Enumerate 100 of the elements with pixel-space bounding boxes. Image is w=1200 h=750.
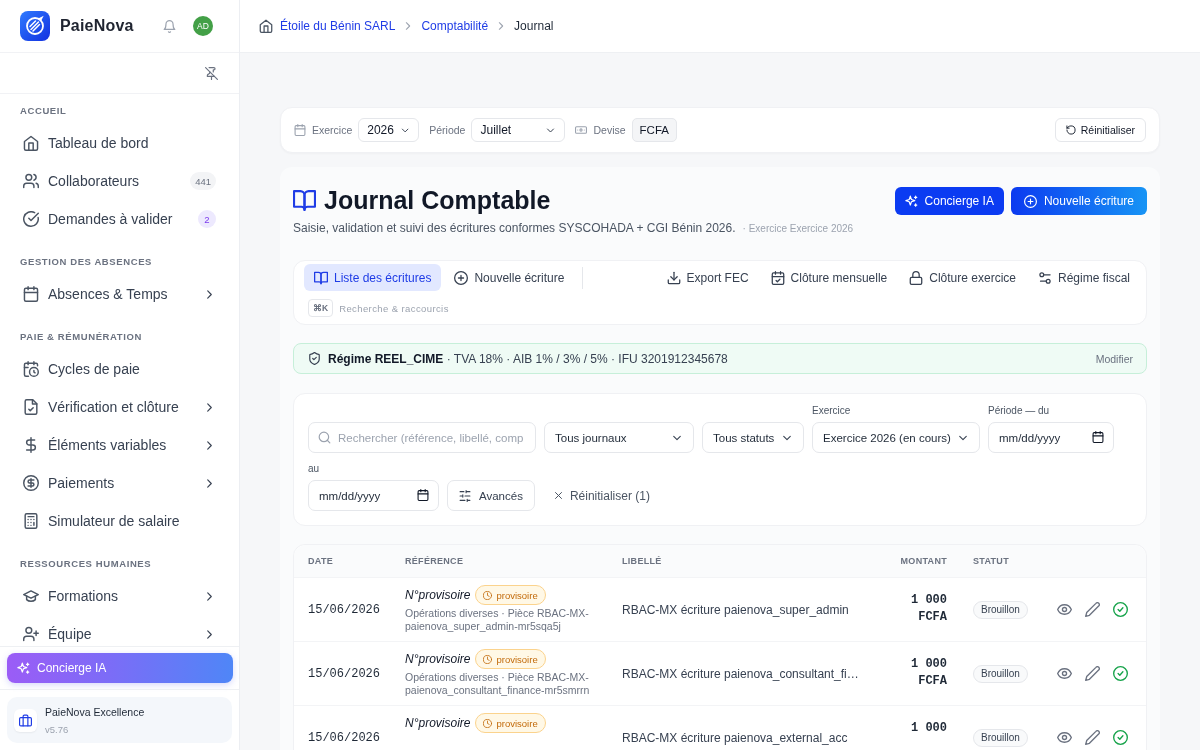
toolbar-button[interactable]: Clôture exercice	[909, 270, 1016, 285]
eye-icon[interactable]	[1057, 730, 1072, 745]
field-label: Période — du	[988, 405, 1051, 417]
book-open-icon	[293, 188, 316, 212]
field-label: Exercice	[312, 124, 353, 136]
calendar-clock-icon	[23, 361, 39, 377]
pin-off-icon[interactable]	[205, 66, 218, 80]
plan-name: PaieNova Excellence	[45, 705, 145, 718]
concierge-button[interactable]: Concierge IA	[7, 653, 233, 683]
select-field[interactable]: Juillet	[471, 118, 566, 142]
breadcrumb-link[interactable]: Comptabilité	[421, 19, 489, 33]
date-field[interactable]: mm/dd/yyyy	[988, 422, 1114, 453]
status-badge: Brouillon	[973, 600, 1028, 619]
sparkles-icon	[17, 661, 30, 675]
tab[interactable]: Nouvelle écriture	[444, 264, 575, 291]
search-field[interactable]: Rechercher (référence, libellé, comp	[308, 422, 536, 453]
select-field[interactable]: Tous journaux	[544, 422, 694, 453]
shortcut-key[interactable]: ⌘K	[308, 299, 334, 317]
entry-date: 15/06/2026	[308, 602, 381, 617]
nav-item[interactable]: Absences & Temps	[8, 275, 231, 313]
provisional-badge: provisoire	[475, 649, 546, 669]
entry-amount: 1 000 FCFA	[910, 656, 947, 690]
clock-icon	[483, 590, 493, 600]
nav-item[interactable]: Équipe	[8, 615, 231, 646]
currency-field: FCFA	[631, 118, 677, 142]
toolbar-button[interactable]: Régime fiscal	[1037, 270, 1130, 285]
briefcase-icon	[14, 708, 37, 732]
entry-detail: Opérations diverses · Pièce RBAC-MX-paienova_super_admin-mr5sqa5j	[405, 607, 590, 633]
date-field[interactable]: mm/dd/yyyy	[308, 480, 439, 511]
house-icon[interactable]	[259, 19, 273, 33]
reset-button[interactable]: Réinitialiser	[1054, 118, 1146, 142]
shield-check-icon	[308, 352, 321, 365]
new-entry-button[interactable]: Nouvelle écriture	[1010, 187, 1147, 215]
modify-link[interactable]: Modifier	[1095, 352, 1133, 365]
entry-amount: 1 000 FCFA	[910, 592, 947, 626]
tab[interactable]: Liste des écritures	[304, 264, 442, 291]
nav-item[interactable]: Collaborateurs 441	[8, 162, 231, 200]
sparkles-icon	[904, 194, 918, 208]
clear-filters-button[interactable]: Réinitialiser (1)	[542, 480, 660, 511]
rotate-left-icon	[1065, 125, 1076, 135]
breadcrumb-current: Journal	[514, 19, 554, 33]
entry-date: 15/06/2026	[308, 666, 381, 681]
nav-item[interactable]: Vérification et clôture	[8, 388, 231, 426]
advanced-filters-button[interactable]: Avancés	[447, 480, 535, 511]
breadcrumb-link[interactable]: Étoile du Bénin SARL	[280, 19, 396, 33]
nav-item[interactable]: Tableau de bord	[8, 124, 231, 162]
concierge-button[interactable]: Concierge IA	[894, 187, 1004, 215]
column-header: RÉFÉRENCE	[405, 556, 465, 566]
book-open-icon	[314, 270, 328, 285]
column-header: MONTANT	[899, 556, 947, 566]
calendar-check-icon	[770, 270, 785, 285]
users-icon	[23, 173, 39, 189]
page-subtitle: Saisie, validation et suivi des écritures conformes SYSCOHADA + CGI Bénin 2026.	[293, 221, 736, 235]
count-badge: 2	[198, 210, 216, 228]
check-circle-icon[interactable]	[1113, 730, 1128, 745]
entry-reference: N°provisoire	[405, 652, 471, 666]
shortcut-hint: Recherche & raccourcis	[339, 302, 449, 314]
plus-circle-icon	[454, 270, 469, 285]
user-plus-icon	[23, 626, 39, 642]
section-heading: GESTION DES ABSENCES	[19, 255, 153, 269]
field-label: Période	[429, 124, 466, 136]
pencil-icon[interactable]	[1085, 602, 1100, 617]
eye-icon[interactable]	[1057, 602, 1072, 617]
column-header: LIBELLÉ	[622, 556, 663, 566]
entry-amount: 1 000	[910, 720, 947, 737]
exercise-note: · Exercice Exercice 2026	[742, 223, 854, 234]
select-field[interactable]: Tous statuts	[702, 422, 804, 453]
nav-item[interactable]: Paiements	[8, 464, 231, 502]
toolbar-button[interactable]: Clôture mensuelle	[770, 270, 888, 285]
field-label: au	[308, 463, 321, 475]
field-label: Devise	[593, 124, 626, 136]
bell-icon[interactable]	[163, 19, 176, 33]
eye-icon[interactable]	[1057, 666, 1072, 681]
entry-detail: Opérations diverses · Pièce RBAC-MX-paienova_consultant_finance-mr5smrrn	[405, 671, 591, 697]
calendar-icon	[1092, 431, 1104, 443]
nav-item[interactable]: Simulateur de salaire	[8, 502, 231, 540]
pencil-icon[interactable]	[1085, 730, 1100, 745]
entry-label: RBAC-MX écriture paienova_consultant_fi…	[622, 666, 860, 681]
provisional-badge: provisoire	[475, 713, 546, 733]
check-circle-icon[interactable]	[1113, 602, 1128, 617]
nav-item[interactable]: Éléments variables	[8, 426, 231, 464]
calendar-icon	[417, 489, 429, 501]
provisional-badge: provisoire	[475, 585, 546, 605]
nav-item[interactable]: Cycles de paie	[8, 350, 231, 388]
toolbar-button[interactable]: Export FEC	[666, 270, 749, 285]
section-heading: ACCUEIL	[19, 104, 68, 118]
select-field[interactable]: 2026	[358, 118, 420, 142]
pencil-icon[interactable]	[1085, 666, 1100, 681]
search-icon	[318, 431, 331, 444]
check-circle-icon[interactable]	[1113, 666, 1128, 681]
lock-icon	[909, 270, 924, 285]
file-check-icon	[23, 399, 39, 415]
brand-name: PaieNova	[60, 17, 135, 35]
entry-label: RBAC-MX écriture paienova_external_acc	[622, 730, 849, 745]
select-field[interactable]: Exercice 2026 (en cours)	[812, 422, 980, 453]
logo-icon	[20, 11, 50, 41]
banknote-icon	[575, 124, 588, 136]
nav-item[interactable]: Demandes à valider 2	[8, 200, 231, 238]
house-icon	[23, 135, 39, 151]
nav-item[interactable]: Formations	[8, 577, 231, 615]
